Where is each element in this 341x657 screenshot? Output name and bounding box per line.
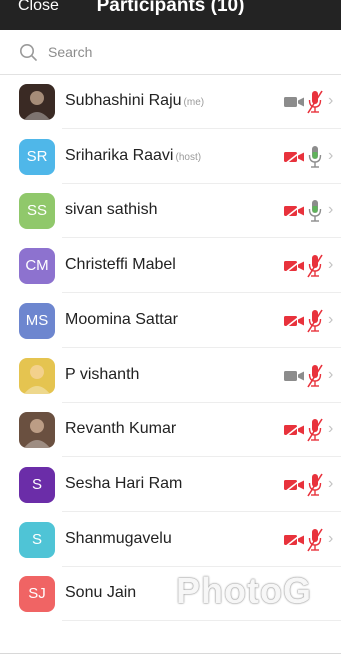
participant-name-wrap: Subhashini Raju (me) (65, 92, 204, 110)
participant-name-wrap: Shanmugavelu (65, 530, 172, 548)
participant-name: sivan sathish (65, 201, 158, 219)
avatar-initials: SR (19, 138, 55, 175)
mic-icon (308, 200, 322, 223)
avatar-initials: SS (19, 193, 55, 230)
avatar-photo (19, 84, 55, 120)
avatar-initials: S (19, 521, 55, 558)
page-title: Participants (10) (96, 0, 245, 16)
watermark-text: PhotoG (176, 570, 312, 611)
search-icon (20, 44, 37, 61)
participant-name-wrap: Christeffi Mabel (65, 256, 176, 274)
participant-name-wrap: Sriharika Raavi (host) (65, 147, 201, 165)
mic-muted-icon (307, 364, 323, 387)
participant-role-tag: (host) (175, 151, 202, 163)
participant-name-wrap: Revanth Kumar (65, 420, 176, 438)
mic-muted-icon (307, 254, 323, 278)
video-icon (284, 370, 304, 381)
participant-row[interactable]: P vishanth › (0, 349, 341, 403)
chevron-right-icon[interactable]: › (328, 529, 333, 549)
video-off-icon (284, 422, 304, 438)
mic-muted-icon (307, 528, 323, 552)
mic-icon (308, 145, 322, 168)
bottom-divider (0, 653, 341, 654)
video-off-icon (284, 313, 304, 329)
participant-row[interactable]: CM Christeffi Mabel › (0, 239, 341, 294)
chevron-right-icon[interactable]: › (328, 365, 333, 385)
participant-name: Christeffi Mabel (65, 256, 176, 274)
participant-name-wrap: Sonu Jain (65, 584, 136, 602)
participant-name: Sesha Hari Ram (65, 474, 183, 492)
chevron-right-icon[interactable]: › (328, 146, 333, 166)
avatar-initials: S (19, 466, 55, 503)
search-bar (0, 30, 341, 75)
chevron-right-icon[interactable]: › (328, 200, 333, 220)
participant-name-wrap: Moomina Sattar (65, 311, 178, 329)
mic-muted-icon (307, 90, 323, 114)
participant-row[interactable]: MS Moomina Sattar › (0, 294, 341, 348)
participant-name: Shanmugavelu (65, 529, 172, 547)
participant-name-wrap: P vishanth (65, 366, 139, 384)
chevron-right-icon[interactable]: › (328, 310, 333, 330)
participant-name: Sonu Jain (65, 584, 137, 602)
participant-name: P vishanth (65, 365, 140, 383)
avatar-photo (19, 412, 55, 449)
chevron-right-icon[interactable]: › (328, 91, 333, 111)
participant-name-wrap: sivan sathish (65, 201, 158, 219)
video-off-icon (284, 477, 304, 493)
participant-row[interactable]: Subhashini Raju (me) › (0, 75, 341, 129)
participant-row[interactable]: SS sivan sathish › (0, 184, 341, 239)
video-off-icon (284, 531, 304, 548)
video-off-icon (284, 149, 304, 165)
avatar-initials: SJ (19, 576, 55, 613)
search-input[interactable] (48, 41, 318, 63)
video-icon (284, 97, 304, 107)
mic-muted-icon (307, 473, 323, 497)
avatar-initials: CM (19, 248, 55, 285)
participant-role-tag: (me) (183, 97, 205, 108)
chevron-right-icon[interactable]: › (328, 255, 333, 275)
video-off-icon (284, 258, 304, 274)
chevron-right-icon[interactable]: › (328, 474, 333, 494)
mic-muted-icon (307, 309, 323, 333)
participant-row[interactable]: S Shanmugavelu › (0, 513, 341, 567)
video-off-icon (284, 203, 304, 220)
chevron-right-icon[interactable]: › (328, 419, 333, 439)
header-bar: Close Participants (10) (0, 0, 341, 30)
avatar-initials: MS (19, 302, 55, 339)
mic-muted-icon (307, 418, 323, 442)
avatar-photo (19, 357, 55, 394)
participant-name-wrap: Sesha Hari Ram (65, 475, 182, 493)
participant-name: Subhashini Raju (65, 92, 182, 109)
participant-row[interactable]: Revanth Kumar › (0, 403, 341, 458)
participant-name: Revanth Kumar (65, 420, 177, 438)
participant-name: Moomina Sattar (65, 310, 178, 328)
participant-row[interactable]: S Sesha Hari Ram › (0, 458, 341, 512)
participant-row[interactable]: SR Sriharika Raavi (host) › (0, 130, 341, 184)
participant-name: Sriharika Raavi (65, 146, 174, 164)
